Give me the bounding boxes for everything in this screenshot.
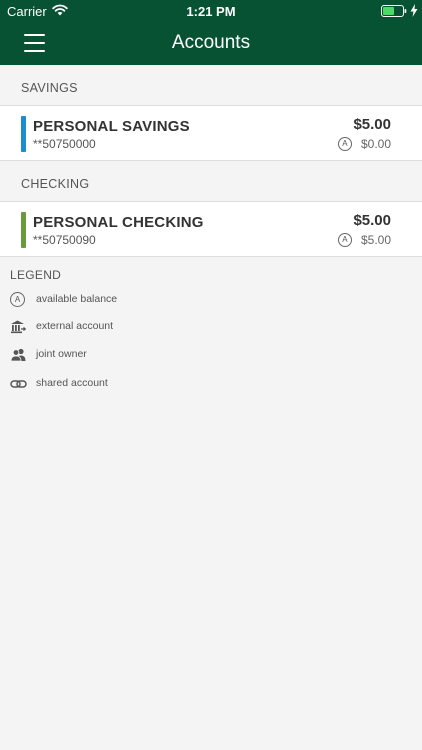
account-card-personal-savings[interactable]: PERSONAL SAVINGS **50750000 $5.00 A $0.0… xyxy=(0,105,422,161)
account-balance: $5.00 xyxy=(353,116,391,133)
clock: 1:21 PM xyxy=(186,4,236,19)
available-balance: A $5.00 xyxy=(337,233,391,247)
page-title: Accounts xyxy=(171,32,251,53)
account-color-bar xyxy=(21,212,26,248)
battery-icon xyxy=(381,5,407,17)
people-icon xyxy=(10,348,26,362)
account-card-personal-checking[interactable]: PERSONAL CHECKING **50750090 $5.00 A $5.… xyxy=(0,201,422,257)
status-bar: Carrier 1:21 PM xyxy=(0,0,422,22)
bank-transfer-icon xyxy=(11,320,27,334)
charging-bolt-icon xyxy=(410,4,418,17)
legend-title: LEGEND xyxy=(10,268,62,282)
available-amount: $0.00 xyxy=(360,137,391,151)
link-icon xyxy=(10,380,27,388)
section-label-savings: SAVINGS xyxy=(21,81,78,95)
available-balance-icon: A xyxy=(337,233,352,247)
account-color-bar xyxy=(21,116,26,152)
legend-label: external account xyxy=(36,320,114,332)
available-balance-icon: A xyxy=(337,137,352,151)
legend-item-external-account: external account xyxy=(10,318,210,336)
section-label-checking: CHECKING xyxy=(21,177,90,191)
available-amount: $5.00 xyxy=(360,233,391,247)
account-number: **50750000 xyxy=(33,137,96,151)
legend-label: available balance xyxy=(36,293,118,305)
legend-item-shared-account: shared account xyxy=(10,375,210,393)
legend-item-joint-owner: joint owner xyxy=(10,346,210,364)
legend-item-available-balance: A available balance xyxy=(10,291,210,309)
account-name: PERSONAL CHECKING xyxy=(33,214,204,231)
account-name: PERSONAL SAVINGS xyxy=(33,118,190,135)
legend-label: shared account xyxy=(36,377,108,389)
account-number: **50750090 xyxy=(33,233,96,247)
legend-label: joint owner xyxy=(36,348,87,360)
app-header: Carrier 1:21 PM Accounts xyxy=(0,0,422,65)
available-balance-icon: A xyxy=(10,292,27,308)
available-balance: A $0.00 xyxy=(337,137,391,151)
account-balance: $5.00 xyxy=(353,212,391,229)
